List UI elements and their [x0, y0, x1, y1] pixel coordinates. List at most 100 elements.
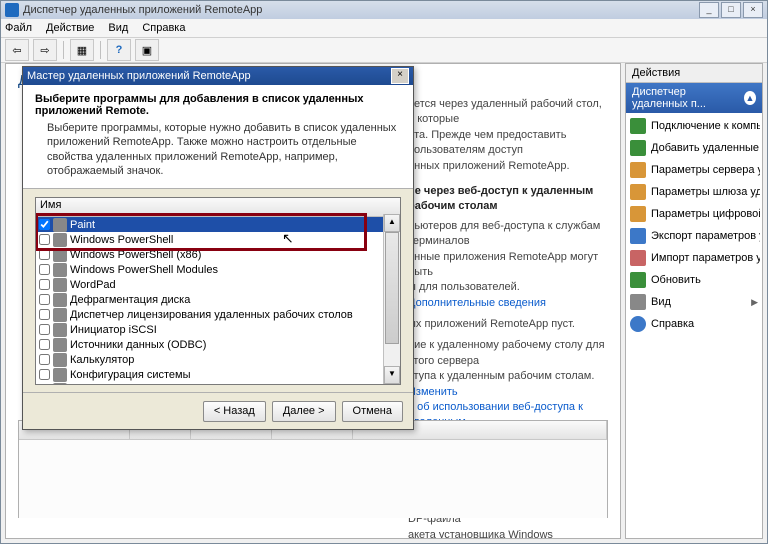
help-icon: [630, 316, 646, 332]
app-checkbox[interactable]: [39, 369, 50, 380]
app-icon: [53, 278, 67, 292]
app-icon: [53, 383, 67, 386]
wizard-description: Выберите программы, которые нужно добави…: [35, 121, 401, 178]
app-icon: [53, 233, 67, 247]
app-icon: [53, 218, 67, 232]
refresh-button[interactable]: ▣: [135, 39, 159, 61]
sidebar-item-label: Параметры цифровой п...: [651, 208, 760, 220]
app-list-row[interactable]: Инициатор iSCSI: [36, 322, 400, 337]
help-button[interactable]: ?: [107, 39, 131, 61]
back-button[interactable]: < Назад: [203, 401, 266, 422]
menu-action[interactable]: Действие: [46, 22, 94, 34]
app-icon: [53, 323, 67, 337]
app-label: Диспетчер лицензирования удаленных рабоч…: [70, 309, 353, 321]
collapse-icon[interactable]: ▲: [744, 91, 756, 105]
app-label: Windows PowerShell (x86): [70, 249, 201, 261]
show-hide-button[interactable]: ▦: [70, 39, 94, 61]
sidebar-item[interactable]: Параметры сервера узл...: [628, 159, 760, 181]
menubar: Файл Действие Вид Справка: [1, 19, 767, 38]
maximize-button[interactable]: □: [721, 2, 741, 18]
menu-view[interactable]: Вид: [108, 22, 128, 34]
minimize-button[interactable]: _: [699, 2, 719, 18]
app-list-row[interactable]: Мастер настройки безопасности: [36, 382, 400, 385]
app-label: WordPad: [70, 279, 116, 291]
wizard-footer: < Назад Далее > Отмена: [23, 392, 413, 429]
app-list-row[interactable]: Windows PowerShell Modules: [36, 262, 400, 277]
app-checkbox[interactable]: [39, 339, 50, 350]
close-button[interactable]: ×: [743, 2, 763, 18]
app-label: Инициатор iSCSI: [70, 324, 157, 336]
wizard-titlebar[interactable]: Мастер удаленных приложений RemoteApp ×: [23, 67, 413, 85]
app-checkbox[interactable]: [39, 234, 50, 245]
forward-button[interactable]: ⇨: [33, 39, 57, 61]
sidebar-item[interactable]: Обновить: [628, 269, 760, 291]
next-button[interactable]: Далее >: [272, 401, 336, 422]
app-checkbox[interactable]: [39, 309, 50, 320]
app-label: Windows PowerShell Modules: [70, 264, 218, 276]
app-list-row[interactable]: Конфигурация системы: [36, 367, 400, 382]
sidebar-item[interactable]: Добавить удаленные п...: [628, 137, 760, 159]
app-checkbox[interactable]: [39, 219, 50, 230]
app-listbox[interactable]: Имя Paint Windows PowerShell Windows Power…: [35, 197, 401, 385]
actions-pane: Действия Диспетчер удаленных п... ▲ Подк…: [625, 63, 763, 539]
sidebar-item[interactable]: Параметры шлюза удал...: [628, 181, 760, 203]
param-icon: [630, 184, 646, 200]
link-change[interactable]: Изменить: [408, 386, 458, 398]
app-list-row[interactable]: Windows PowerShell (x86): [36, 247, 400, 262]
app-checkbox[interactable]: [39, 384, 50, 385]
app-checkbox[interactable]: [39, 294, 50, 305]
menu-file[interactable]: Файл: [5, 22, 32, 34]
app-list-row[interactable]: Калькулятор: [36, 352, 400, 367]
wizard-close-button[interactable]: ×: [391, 68, 409, 84]
app-list-row[interactable]: Windows PowerShell: [36, 232, 400, 247]
app-checkbox[interactable]: [39, 324, 50, 335]
apps-grid: [18, 420, 608, 518]
import-icon: [630, 250, 646, 266]
sidebar-item[interactable]: Подключение к компью...: [628, 115, 760, 137]
back-button[interactable]: ⇦: [5, 39, 29, 61]
scroll-down-button[interactable]: ▼: [384, 366, 400, 384]
app-list-row[interactable]: Дефрагментация диска: [36, 292, 400, 307]
app-icon: [53, 248, 67, 262]
app-checkbox[interactable]: [39, 249, 50, 260]
sidebar-item-label: Вид: [651, 296, 671, 308]
add-icon: [630, 140, 646, 156]
sidebar-item[interactable]: Параметры цифровой п...: [628, 203, 760, 225]
app-checkbox[interactable]: [39, 279, 50, 290]
app-label: Paint: [70, 219, 95, 231]
app-icon: [53, 368, 67, 382]
app-list-row[interactable]: Источники данных (ODBC): [36, 337, 400, 352]
app-list-row[interactable]: WordPad: [36, 277, 400, 292]
scrollbar[interactable]: ▲ ▼: [383, 214, 400, 384]
app-checkbox[interactable]: [39, 264, 50, 275]
app-label: Windows PowerShell: [70, 234, 173, 246]
app-list-row[interactable]: Диспетчер лицензирования удаленных рабоч…: [36, 307, 400, 322]
conn-icon: [630, 118, 646, 134]
menu-help[interactable]: Справка: [142, 22, 185, 34]
titlebar: Диспетчер удаленных приложений RemoteApp…: [1, 1, 767, 19]
link-more-info[interactable]: Дополнительные сведения: [408, 297, 546, 309]
app-icon: [53, 308, 67, 322]
actions-panel-header[interactable]: Диспетчер удаленных п... ▲: [626, 83, 762, 113]
scroll-thumb[interactable]: [385, 232, 399, 344]
wizard-header: Выберите программы для добавления в спис…: [23, 85, 413, 189]
sidebar-item[interactable]: Справка: [628, 313, 760, 335]
sidebar-item-label: Подключение к компью...: [651, 120, 760, 132]
toolbar: ⇦ ⇨ ▦ ? ▣: [1, 38, 767, 63]
chevron-right-icon: ▶: [751, 297, 758, 308]
scroll-up-button[interactable]: ▲: [384, 214, 400, 232]
app-list-row[interactable]: Paint: [36, 217, 400, 232]
app-label: Конфигурация системы: [70, 369, 191, 381]
app-label: Мастер настройки безопасности: [70, 384, 236, 386]
sidebar-item[interactable]: Экспорт параметров уд...: [628, 225, 760, 247]
app-checkbox[interactable]: [39, 354, 50, 365]
sidebar-item[interactable]: Вид ▶: [628, 291, 760, 313]
title-text: Диспетчер удаленных приложений RemoteApp: [23, 4, 262, 16]
sidebar-item-label: Параметры шлюза удал...: [651, 186, 760, 198]
list-header[interactable]: Имя: [36, 198, 400, 217]
export-icon: [630, 228, 646, 244]
sidebar-item-label: Параметры сервера узл...: [651, 164, 760, 176]
sidebar-item[interactable]: Импорт параметров уда...: [628, 247, 760, 269]
cancel-button[interactable]: Отмена: [342, 401, 403, 422]
wizard-dialog: Мастер удаленных приложений RemoteApp × …: [22, 66, 414, 430]
